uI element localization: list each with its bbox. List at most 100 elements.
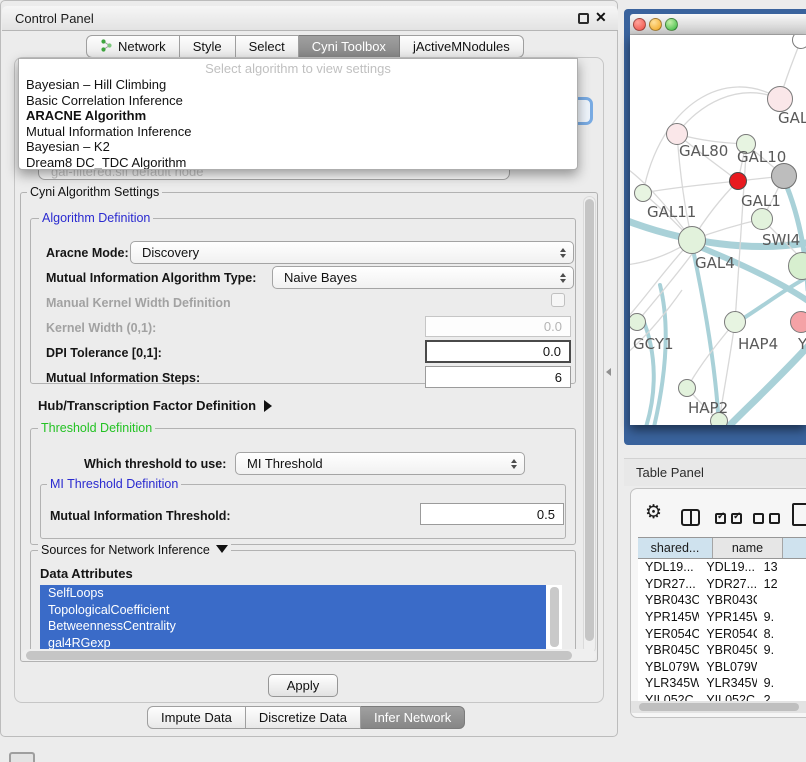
table-row[interactable]: YBR043CYBR043C xyxy=(638,592,806,609)
mi-threshold-field[interactable]: 0.5 xyxy=(420,503,564,525)
table-cell: 8. xyxy=(757,627,806,641)
table-cell: YDR27... xyxy=(638,577,699,591)
table-row[interactable]: YDL19...YDL19...13 xyxy=(638,559,806,576)
tab-cyni-toolbox[interactable]: Cyni Toolbox xyxy=(299,35,400,58)
document-icon[interactable] xyxy=(792,503,806,526)
table-cell: YER054C xyxy=(638,627,699,641)
network-node[interactable] xyxy=(678,226,706,254)
table-cell: YLR345W xyxy=(638,676,699,690)
algorithm-option-mutual-information-inference[interactable]: Mutual Information Inference xyxy=(19,124,577,140)
tab-select[interactable]: Select xyxy=(236,35,299,58)
network-node[interactable] xyxy=(729,172,747,190)
attribute-item-topologicalcoefficient[interactable]: TopologicalCoefficient xyxy=(40,602,546,619)
table-cell: YBR045C xyxy=(638,643,699,657)
settings-horizontal-scrollbar[interactable] xyxy=(22,649,596,661)
close-icon[interactable]: ✕ xyxy=(595,9,607,26)
dpi-tolerance-value: 0.0 xyxy=(543,344,561,359)
aracne-mode-value: Discovery xyxy=(142,245,199,260)
threshold-definition-title: Threshold Definition xyxy=(38,421,155,435)
manual-kernel-width-checkbox[interactable] xyxy=(551,293,565,307)
table-panel-titlebar: Table Panel xyxy=(624,458,806,486)
float-window-icon[interactable] xyxy=(578,13,589,24)
select-all-checkbox-icon-2[interactable] xyxy=(731,513,742,524)
select-all-checkbox-icon[interactable] xyxy=(715,513,726,524)
network-node[interactable] xyxy=(678,379,696,397)
table-horizontal-scrollbar[interactable] xyxy=(631,701,806,713)
collapsed-panel-icon[interactable] xyxy=(9,752,35,762)
list-scrollbar-thumb[interactable] xyxy=(550,587,559,647)
dpi-tolerance-field[interactable]: 0.0 xyxy=(425,340,571,363)
hub-section-label: Hub/Transcription Factor Definition xyxy=(38,398,256,413)
table-cell: 9. xyxy=(757,610,806,624)
algorithm-option-bayesian-k2[interactable]: Bayesian – K2 xyxy=(19,139,577,155)
tab-discretize-data[interactable]: Discretize Data xyxy=(246,706,361,729)
sources-title-label: Sources for Network Inference xyxy=(41,543,210,557)
apply-button[interactable]: Apply xyxy=(268,674,338,697)
table-scrollbar-thumb[interactable] xyxy=(639,703,799,711)
algorithm-option-basic-correlation-inference[interactable]: Basic Correlation Inference xyxy=(19,93,577,109)
table-row[interactable]: YBL079WYBL079W xyxy=(638,659,806,676)
table-row[interactable]: YDR27...YDR27...12 xyxy=(638,576,806,593)
table-row[interactable]: YLR345WYLR345W9. xyxy=(638,675,806,692)
kernel-width-label: Kernel Width (0,1): xyxy=(46,321,156,335)
network-node[interactable] xyxy=(771,163,797,189)
node-label-y: Y xyxy=(798,335,806,353)
deselect-checkbox-icon[interactable] xyxy=(753,513,764,524)
tab-infer-network[interactable]: Infer Network xyxy=(361,706,465,729)
mi-algorithm-type-value: Naive Bayes xyxy=(284,270,357,285)
network-node[interactable] xyxy=(724,311,746,333)
node-label-swi4: SWI4 xyxy=(762,231,800,249)
table-cell: 9. xyxy=(757,676,806,690)
kernel-width-field[interactable]: 0.0 xyxy=(425,316,571,337)
tab-impute-data[interactable]: Impute Data xyxy=(147,706,246,729)
algorithm-option-dream8-dc-tdc-algorithm[interactable]: Dream8 DC_TDC Algorithm xyxy=(19,155,577,170)
table-row[interactable]: YER054CYER054C8. xyxy=(638,625,806,642)
algorithm-option-aracne-algorithm[interactable]: ARACNE Algorithm xyxy=(19,108,577,124)
attribute-item-betweennesscentrality[interactable]: BetweennessCentrality xyxy=(40,618,546,635)
network-node[interactable] xyxy=(790,311,806,333)
tab-network[interactable]: Network xyxy=(86,35,180,58)
network-node[interactable] xyxy=(751,208,773,230)
mi-steps-label: Mutual Information Steps: xyxy=(46,371,200,385)
column-header-name[interactable]: name xyxy=(713,538,783,558)
minimize-window-button[interactable] xyxy=(649,18,662,31)
column-header-col2[interactable] xyxy=(783,538,806,558)
which-threshold-combo[interactable]: MI Threshold xyxy=(235,452,525,475)
tab-style[interactable]: Style xyxy=(180,35,236,58)
dpi-tolerance-label: DPI Tolerance [0,1]: xyxy=(46,346,162,360)
node-label-gal7: GAL7 xyxy=(778,109,806,127)
collapsed-arrow-icon xyxy=(264,400,272,412)
bottom-tabs: Impute DataDiscretize DataInfer Network xyxy=(147,706,465,729)
tab-label: Network xyxy=(118,39,166,54)
mi-steps-field[interactable]: 6 xyxy=(425,366,571,388)
table-row[interactable]: YBR045CYBR045C9. xyxy=(638,642,806,659)
mi-threshold-label: Mutual Information Threshold: xyxy=(50,509,231,523)
mi-algorithm-type-combo[interactable]: Naive Bayes xyxy=(272,266,574,289)
table-cell: 2 xyxy=(757,693,806,701)
close-window-button[interactable] xyxy=(633,18,646,31)
table-row[interactable]: YIL052CYIL052C2 xyxy=(638,692,806,701)
horizontal-scrollbar-thumb[interactable] xyxy=(26,651,572,660)
attribute-item-selfloops[interactable]: SelfLoops xyxy=(40,585,546,602)
deselect-checkbox-icon-2[interactable] xyxy=(769,513,780,524)
algorithm-option-bayesian-hill-climbing[interactable]: Bayesian – Hill Climbing xyxy=(19,77,577,93)
hub-section-toggle[interactable]: Hub/Transcription Factor Definition xyxy=(38,398,272,413)
aracne-mode-combo[interactable]: Discovery xyxy=(130,241,574,264)
network-canvas[interactable]: GAL7GAL80GAL10GAL11GAL1SWI4GAL4GCY1HAP4Y… xyxy=(630,35,806,425)
table-row[interactable]: YPR145WYPR145W9. xyxy=(638,609,806,626)
sources-title[interactable]: Sources for Network Inference xyxy=(38,543,231,557)
zoom-window-button[interactable] xyxy=(665,18,678,31)
vertical-scrollbar-thumb[interactable] xyxy=(585,199,594,641)
column-header-shared[interactable]: shared... xyxy=(638,538,713,558)
tab-label: Style xyxy=(193,39,222,54)
tab-jactivemnodules[interactable]: jActiveMNodules xyxy=(400,35,524,58)
data-attributes-list[interactable]: SelfLoopsTopologicalCoefficientBetweenne… xyxy=(40,585,562,652)
gear-icon[interactable]: ⚙ xyxy=(645,501,662,523)
aracne-mode-label: Aracne Mode: xyxy=(46,246,129,260)
network-node[interactable] xyxy=(634,184,652,202)
columns-icon[interactable] xyxy=(681,509,700,526)
apply-button-label: Apply xyxy=(287,678,320,693)
panel-divider-handle[interactable] xyxy=(606,368,611,376)
data-attributes-label: Data Attributes xyxy=(40,566,133,581)
settings-vertical-scrollbar[interactable] xyxy=(583,196,596,654)
